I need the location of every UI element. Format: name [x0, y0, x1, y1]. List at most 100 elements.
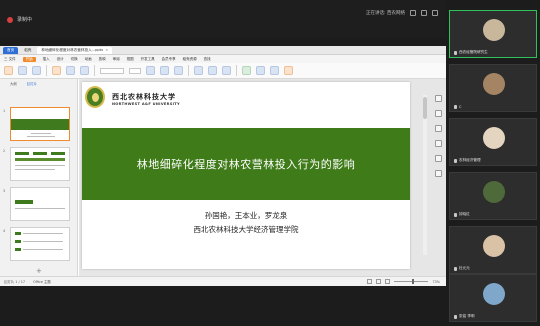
- participant-name: 张铭 李明: [459, 314, 475, 318]
- share-icon[interactable]: [434, 170, 442, 177]
- font-name-select[interactable]: [100, 67, 124, 74]
- format-painter-icon[interactable]: [32, 66, 41, 75]
- status-right-controls: 73%: [367, 279, 440, 284]
- avatar: [483, 127, 505, 149]
- record-dot-icon: [7, 16, 13, 23]
- normal-view-icon[interactable]: [367, 279, 373, 284]
- sorter-view-icon[interactable]: [376, 279, 382, 284]
- menu-insert[interactable]: 插入: [43, 57, 50, 62]
- menu-slideshow[interactable]: 放映: [99, 57, 106, 62]
- expand-icon[interactable]: [432, 10, 438, 16]
- italic-icon[interactable]: [160, 66, 169, 75]
- participant-name-row: 张铭 李明: [454, 314, 475, 319]
- tab-daoke[interactable]: 稻壳: [20, 47, 35, 54]
- thumb-text-line: [23, 233, 63, 234]
- participant-tile[interactable]: 张铭 李明: [449, 274, 537, 322]
- reading-view-icon[interactable]: [385, 279, 391, 284]
- backup-icon[interactable]: [434, 155, 442, 162]
- participant-name-row: 农林经济管理: [454, 158, 481, 163]
- theme-label: Office 主题: [33, 280, 51, 284]
- scrollbar-thumb[interactable]: [423, 97, 427, 119]
- ribbon-divider: [236, 65, 237, 76]
- slide-thumbnail-4[interactable]: [10, 227, 70, 261]
- participant-name-row: 西农经管院研究生: [454, 50, 488, 55]
- thumb-cell: [33, 152, 47, 155]
- slide-thumbnail-1[interactable]: [10, 107, 70, 141]
- university-name-en: NORTHWEST A&F UNIVERSITY: [112, 102, 180, 106]
- tab-document[interactable]: 林地细碎化程度对林农营林投入...pptx ×: [37, 46, 113, 54]
- menu-member[interactable]: 会员专享: [162, 57, 176, 62]
- slide-title: 林地细碎化程度对林农营林投入行为的影响: [136, 158, 356, 171]
- participant-tile[interactable]: 农林经济管理: [449, 118, 537, 166]
- mic-icon: [454, 158, 457, 163]
- thumb-text-line: [15, 169, 55, 170]
- menu-review[interactable]: 审阅: [113, 57, 120, 62]
- participant-tile[interactable]: C: [449, 64, 537, 112]
- tab-home[interactable]: 首页: [3, 46, 19, 54]
- vertical-scrollbar[interactable]: [423, 95, 427, 255]
- recording-indicator[interactable]: 录制中: [7, 16, 32, 23]
- ribbon-divider: [188, 65, 189, 76]
- zoom-slider[interactable]: [394, 279, 429, 284]
- tab-document-label: 林地细碎化程度对林农营林投入...pptx: [41, 47, 104, 52]
- thumb-text-line: [23, 249, 63, 250]
- align-right-icon[interactable]: [222, 66, 231, 75]
- add-slide-icon[interactable]: +: [36, 267, 42, 275]
- properties-icon[interactable]: [434, 95, 442, 102]
- thumb-number: 4: [3, 229, 6, 233]
- bold-icon[interactable]: [146, 66, 155, 75]
- reset-icon[interactable]: [80, 66, 89, 75]
- participant-tile[interactable]: 西农经管院研究生: [449, 10, 537, 58]
- speaker-icon[interactable]: [421, 10, 427, 16]
- thumb-cell: [15, 200, 33, 204]
- arrange-icon[interactable]: [256, 66, 265, 75]
- pane-tab-slides[interactable]: 幻灯片: [27, 81, 37, 86]
- menu-home[interactable]: 开始: [22, 56, 36, 62]
- participant-tile[interactable]: 杜元元: [449, 226, 537, 274]
- tab-home-label: 首页: [7, 47, 15, 52]
- close-icon[interactable]: ×: [105, 48, 108, 52]
- thumb-number: 2: [3, 149, 6, 153]
- new-slide-icon[interactable]: [52, 66, 61, 75]
- slide-affiliation: 西北农林科技大学经济管理学院: [193, 225, 299, 234]
- menu-file[interactable]: 三 文件: [4, 57, 16, 62]
- mic-icon: [454, 212, 457, 217]
- slide-authors: 孙国艳，王本业，罗龙泉: [204, 211, 288, 220]
- thumb-cell: [15, 158, 65, 161]
- underline-icon[interactable]: [174, 66, 183, 75]
- menu-view[interactable]: 视图: [127, 57, 134, 62]
- menu-design[interactable]: 设计: [57, 57, 64, 62]
- mic-icon: [454, 314, 457, 319]
- menu-resources[interactable]: 稻壳资源: [183, 57, 197, 62]
- paste-icon[interactable]: [4, 66, 13, 75]
- thumb-number: 1: [3, 109, 6, 113]
- participant-name: 杜元元: [459, 266, 470, 270]
- menu-transition[interactable]: 切换: [71, 57, 78, 62]
- slide-thumbnail-3[interactable]: [10, 187, 70, 221]
- select-icon[interactable]: [434, 140, 442, 147]
- menu-animation[interactable]: 动画: [85, 57, 92, 62]
- current-slide[interactable]: 西北农林科技大学 NORTHWEST A&F UNIVERSITY 林地细碎化程…: [82, 82, 410, 269]
- participant-name-row: C: [454, 105, 462, 109]
- layout-icon[interactable]: [66, 66, 75, 75]
- menu-search[interactable]: 查找: [204, 57, 211, 62]
- cut-icon[interactable]: [18, 66, 27, 75]
- menu-developer[interactable]: 开发工具: [141, 57, 155, 62]
- shape-icon[interactable]: [242, 66, 251, 75]
- align-center-icon[interactable]: [208, 66, 217, 75]
- animation-icon[interactable]: [434, 125, 442, 132]
- style-icon[interactable]: [434, 110, 442, 117]
- thumb-text-line: [15, 208, 65, 209]
- find-icon[interactable]: [284, 66, 293, 75]
- mic-icon: [454, 50, 457, 55]
- thumb-text-line: [23, 241, 63, 242]
- align-left-icon[interactable]: [194, 66, 203, 75]
- recording-label: 录制中: [17, 17, 33, 23]
- pane-tab-outline[interactable]: 大纲: [10, 81, 17, 86]
- textbox-icon[interactable]: [270, 66, 279, 75]
- grid-icon[interactable]: [410, 10, 416, 16]
- font-size-select[interactable]: [129, 67, 141, 74]
- participant-tile[interactable]: 钟晓红: [449, 172, 537, 220]
- slide-thumbnail-2[interactable]: [10, 147, 70, 181]
- participant-name: C: [459, 105, 462, 109]
